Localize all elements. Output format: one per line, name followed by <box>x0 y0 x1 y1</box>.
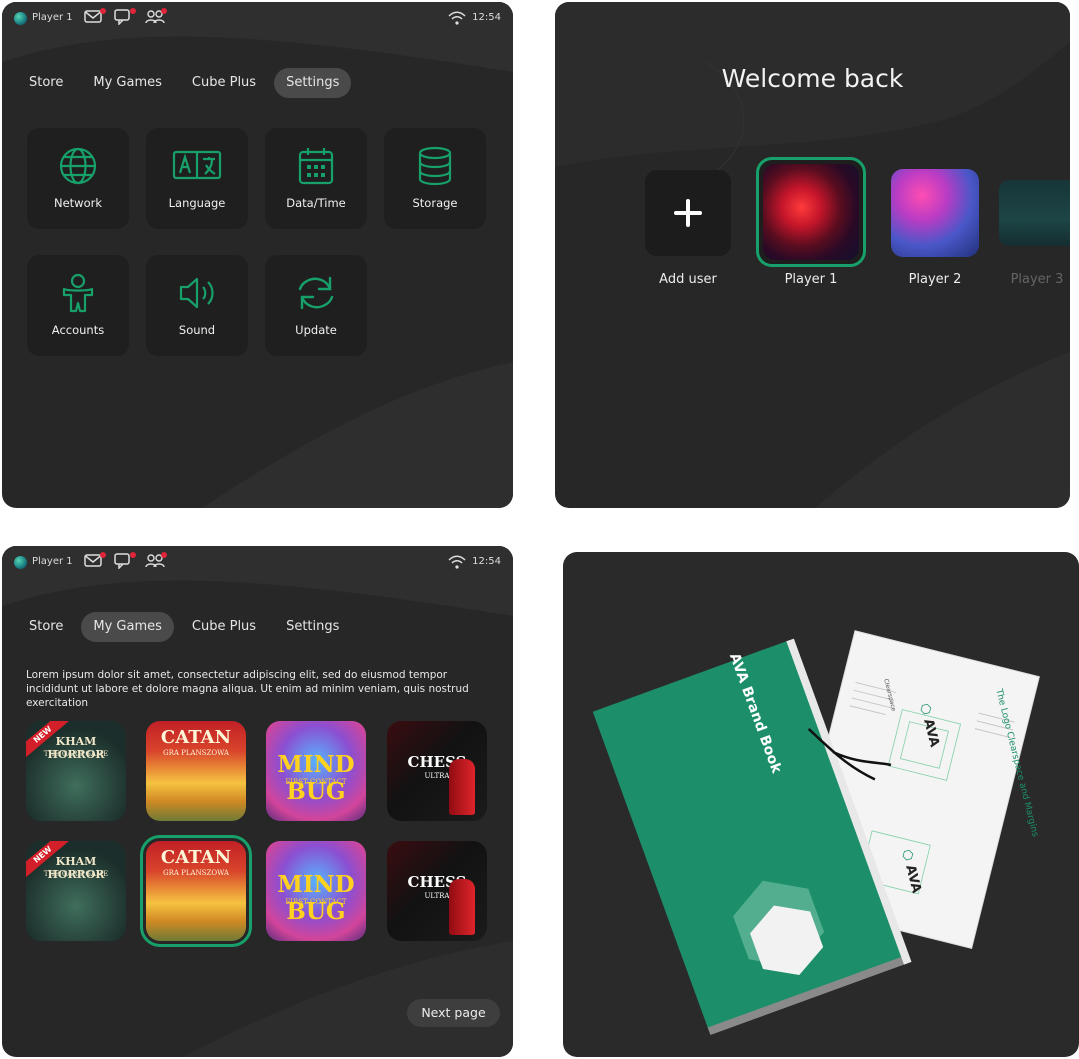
games-description: Lorem ipsum dolor sit amet, consectetur … <box>26 669 469 709</box>
tab-settings[interactable]: Settings <box>274 68 352 98</box>
calendar-icon <box>298 148 334 185</box>
status-bar: Player 1 12:54 <box>2 546 513 580</box>
next-page-button[interactable]: Next page <box>407 999 500 1027</box>
tile-label: Storage <box>412 196 458 210</box>
game-cover[interactable]: KHAM HORROR THE CARD GAME NEW <box>26 721 126 821</box>
settings-tile-sound[interactable]: Sound <box>146 255 248 356</box>
plus-icon <box>674 199 702 227</box>
friends-icon[interactable] <box>145 552 167 571</box>
tile-label: Sound <box>178 323 216 337</box>
tab-store[interactable]: Store <box>17 612 75 642</box>
tile-label: Network <box>53 196 103 210</box>
user-avatar-player-1[interactable] <box>756 157 866 267</box>
game-cover[interactable]: CHESS ULTRA <box>387 721 487 821</box>
wifi-icon[interactable] <box>447 554 467 573</box>
notification-badge <box>161 552 167 558</box>
tab-settings[interactable]: Settings <box>274 612 351 642</box>
settings-tile-storage[interactable]: Storage <box>384 128 486 229</box>
game-cover[interactable]: KHAM HORROR THE CARD GAME NEW <box>26 841 126 941</box>
game-cover[interactable]: CATAN GRA PLANSZOWA <box>146 721 246 821</box>
status-bar: Player 1 12:54 <box>2 2 513 36</box>
chat-icon[interactable] <box>114 8 136 27</box>
game-title: CATAN <box>160 847 232 868</box>
translate-icon <box>172 150 222 180</box>
game-subtitle: GRA PLANSZOWA <box>163 749 229 757</box>
welcome-title: Welcome back <box>721 64 904 93</box>
avatar[interactable] <box>14 12 27 25</box>
clock: 12:54 <box>472 12 501 23</box>
game-cover[interactable]: MIND BUG FIRST CONTACT <box>266 721 366 821</box>
mail-icon[interactable] <box>84 552 106 571</box>
tab-my-games[interactable]: My Games <box>81 68 174 98</box>
settings-tile-date-time[interactable]: Data/Time <box>265 128 367 229</box>
avatar[interactable] <box>14 556 27 569</box>
clock: 12:54 <box>472 556 501 567</box>
player-name: Player 1 <box>32 556 73 567</box>
game-subtitle: THE CARD GAME <box>43 750 109 758</box>
notification-badge <box>100 552 106 558</box>
tab-cube-plus[interactable]: Cube Plus <box>180 612 268 642</box>
user-avatar-player-2[interactable] <box>891 169 979 257</box>
game-cover[interactable]: CATAN GRA PLANSZOWA <box>140 835 252 947</box>
hexagon-logo-icon: ⬡ <box>898 848 916 863</box>
hexagon-logo-icon: ⬡ <box>916 702 934 717</box>
game-subtitle: THE CARD GAME <box>43 870 109 878</box>
notification-badge <box>130 552 136 558</box>
game-subtitle: GRA PLANSZOWA <box>163 869 229 877</box>
welcome-screen: Welcome back Add user Player 1 Player 2 … <box>555 2 1070 508</box>
brand-book-illustration <box>592 630 1040 1036</box>
player-name: Player 1 <box>32 12 73 23</box>
tile-label: Update <box>295 323 337 337</box>
tab-cube-plus[interactable]: Cube Plus <box>180 68 268 98</box>
game-cover[interactable]: CHESS ULTRA <box>387 841 487 941</box>
game-subtitle: FIRST CONTACT <box>285 778 347 786</box>
notification-badge <box>100 8 106 14</box>
main-tabs: Store My Games Cube Plus Settings <box>17 68 352 98</box>
database-icon <box>418 146 452 186</box>
notification-badge <box>130 8 136 14</box>
wifi-icon[interactable] <box>447 10 467 29</box>
user-label: Player 1 <box>784 272 838 287</box>
my-games-screen: Player 1 12:54 Store My Games Cube Plus … <box>2 546 513 1057</box>
chat-icon[interactable] <box>114 552 136 571</box>
chess-king-piece <box>449 879 475 935</box>
game-subtitle: FIRST CONTACT <box>285 898 347 906</box>
user-label: Player 3 <box>1010 272 1064 287</box>
game-title: CATAN <box>160 727 232 748</box>
refresh-icon <box>298 276 334 310</box>
brand-book-mockup: AVA Brand Book The Logo Clearspace and M… <box>563 552 1079 1057</box>
user-label: Add user <box>659 272 717 287</box>
mail-icon[interactable] <box>84 8 106 27</box>
add-user-button[interactable] <box>645 170 731 256</box>
game-cover[interactable]: MIND BUG FIRST CONTACT <box>266 841 366 941</box>
globe-icon <box>59 147 97 185</box>
tile-label: Data/Time <box>286 196 346 210</box>
tab-my-games[interactable]: My Games <box>81 612 174 642</box>
settings-tile-language[interactable]: Language <box>146 128 248 229</box>
settings-tile-accounts[interactable]: Accounts <box>27 255 129 356</box>
notification-badge <box>161 8 167 14</box>
user-avatar-player-3[interactable] <box>999 180 1070 246</box>
tile-label: Accounts <box>51 323 105 337</box>
settings-tile-network[interactable]: Network <box>27 128 129 229</box>
main-tabs: Store My Games Cube Plus Settings <box>17 612 351 642</box>
speaker-icon <box>179 277 214 309</box>
tab-store[interactable]: Store <box>17 68 75 98</box>
settings-tile-update[interactable]: Update <box>265 255 367 356</box>
chess-king-piece <box>449 759 475 815</box>
settings-screen: Player 1 12:54 Store My Games Cube Plus … <box>2 2 513 508</box>
tile-label: Language <box>168 196 226 210</box>
avatar-image <box>763 164 859 260</box>
person-icon <box>62 273 94 313</box>
friends-icon[interactable] <box>145 8 167 27</box>
